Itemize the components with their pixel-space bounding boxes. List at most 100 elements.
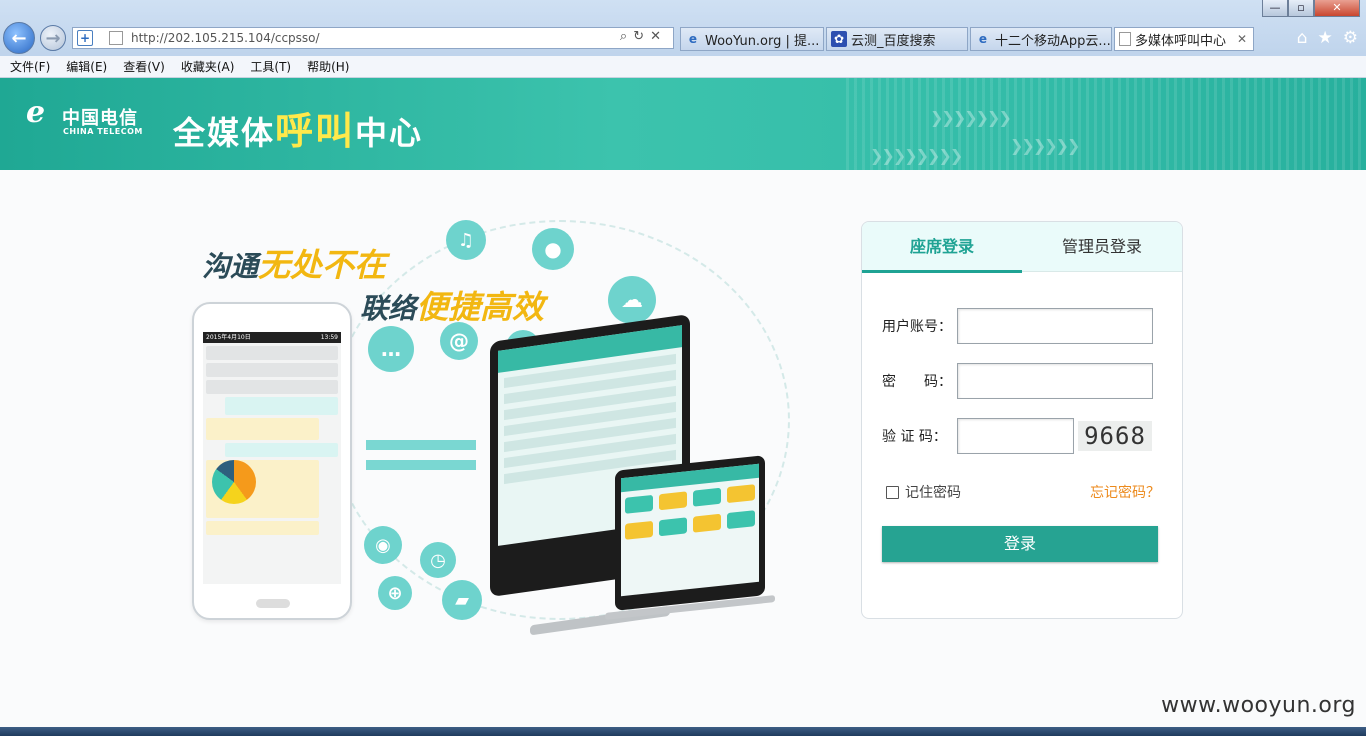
captcha-image[interactable]: 9668 [1078,421,1152,451]
laptop-screen [621,463,759,597]
tab-agent-login[interactable]: 座席登录 [862,222,1022,273]
chat-bubble [225,397,338,415]
captcha-row: 验 证 码： 9668 [882,418,1152,454]
password-input[interactable] [957,363,1153,399]
menu-view[interactable]: 查看(V) [123,58,165,75]
folder-icon: ▰ [442,580,482,620]
menu-tools[interactable]: 工具(T) [250,58,291,75]
globe-icon: ⊕ [378,576,412,610]
minimize-button[interactable]: — [1262,0,1288,17]
password-label: 密 码： [882,374,952,390]
tab-call-center[interactable]: 多媒体呼叫中心 ✕ [1114,27,1254,51]
page-title: 全媒体呼叫中心 [173,100,423,155]
menu-favorites[interactable]: 收藏夹(A) [181,58,235,75]
add-icon[interactable]: + [77,30,93,46]
slogan-line-2: 联络便捷高效 [360,282,544,328]
chevron-decoration: ❯❯❯❯❯❯ [1010,136,1080,155]
arrow-right-icon: → [45,27,61,49]
chat-icon: … [368,326,414,372]
close-tab-icon[interactable]: ✕ [1237,32,1247,46]
clock-icon: ◷ [420,542,456,578]
slogan-line-1: 沟通无处不在 [202,240,386,286]
remember-checkbox[interactable] [886,485,899,499]
chat-bubble [206,418,319,440]
slogan1-gold: 无处不在 [258,246,387,284]
chevron-decoration: ❯❯❯❯❯❯❯ [930,108,1012,127]
refresh-icon[interactable]: ↻ [633,29,650,44]
tab-title: 云测_百度搜索 [851,33,936,49]
at-icon: @ [440,322,478,360]
logo-en-text: CHINA TELECOM [63,127,143,136]
username-input[interactable] [957,308,1153,344]
forgot-password-link[interactable]: 忘记密码？ [1090,482,1160,502]
tab-strip: e WooYun.org | 提... ✿ 云测_百度搜索 e 十二个移动App… [680,27,1256,51]
gear-icon[interactable]: ⚙ [1343,28,1358,48]
maximize-button[interactable]: ▫ [1288,0,1314,17]
location-pin-icon: ● [532,228,574,270]
arrow-left-icon: ← [11,27,27,49]
phone-date: 2015年4月10日 [206,334,251,341]
home-icon[interactable]: ⌂ [1297,28,1308,48]
camera-icon: ◉ [364,526,402,564]
laptop-base [605,595,775,620]
tab-title: WooYun.org | 提... [705,33,820,49]
hero-illustration: 沟通无处不在 联络便捷高效 ♫ ● ☁ … @ ⌕ ◉ ◷ ⊕ ▰ 2015年4… [180,210,790,636]
chat-bubble [206,460,319,518]
taskbar [0,727,1366,736]
telecom-logo-icon: ℯ [26,95,46,130]
slogan2-gold: 便捷高效 [416,288,545,326]
browser-tools: ⌂ ★ ⚙ [1297,28,1358,48]
title-post: 中心 [355,114,424,152]
menu-edit[interactable]: 编辑(E) [66,58,107,75]
ie-icon: e [688,32,698,46]
username-label: 用户账号： [882,319,952,335]
address-tools[interactable]: ⌕↻✕ [620,29,667,44]
captcha-label: 验 证 码： [882,429,947,445]
tab-title: 十二个移动App云... [995,33,1111,49]
url-text[interactable]: http://202.105.215.104/ccpsso/ [131,31,320,45]
login-button[interactable]: 登录 [882,526,1158,562]
username-row: 用户账号： [882,308,1153,344]
search-icon[interactable]: ⌕ [620,29,633,44]
title-pre: 全媒体 [173,114,276,152]
login-panel: 座席登录 管理员登录 用户账号： 密 码： 验 证 码： 9668 记住密码 忘… [861,221,1183,619]
pie-graphic [212,460,256,504]
chevron-decoration: ❯❯❯❯❯❯❯❯ [870,146,963,165]
tab-admin-login[interactable]: 管理员登录 [1022,222,1182,272]
chat-bubble [206,363,338,377]
password-row: 密 码： [882,363,1153,399]
remember-label: 记住密码 [905,485,961,501]
title-highlight: 呼叫 [275,109,356,153]
sync-arrows-icon [366,440,476,480]
page-icon [109,31,123,45]
login-tabs: 座席登录 管理员登录 [862,222,1182,273]
star-icon[interactable]: ★ [1318,28,1333,48]
remember-password[interactable]: 记住密码 [886,482,961,502]
phone-mockup: 2015年4月10日 13:59 [192,302,352,620]
menu-file[interactable]: 文件(F) [10,58,50,75]
page-icon [1119,32,1131,46]
stop-icon[interactable]: ✕ [650,29,667,44]
baidu-icon: ✿ [831,31,847,47]
menu-bar: 文件(F) 编辑(E) 查看(V) 收藏夹(A) 工具(T) 帮助(H) [0,56,1366,78]
chat-bubble [206,521,319,535]
cloud-upload-icon: ☁ [608,276,656,324]
menu-help[interactable]: 帮助(H) [307,58,349,75]
chat-bubble [225,443,338,457]
chat-bubble [206,380,338,394]
tab-title: 多媒体呼叫中心 [1135,33,1227,49]
tab-baidu[interactable]: ✿ 云测_百度搜索 [826,27,968,51]
window-controls: — ▫ ✕ [1262,0,1360,17]
ie-icon: e [978,32,988,46]
watermark: www.wooyun.org [1161,693,1356,718]
address-bar[interactable]: + http://202.105.215.104/ccpsso/ ⌕↻✕ [72,27,674,49]
phone-screen: 2015年4月10日 13:59 [203,332,341,584]
laptop-mockup [605,455,775,620]
slogan1-dark: 沟通 [202,250,259,283]
tab-wooyun[interactable]: e WooYun.org | 提... [680,27,824,51]
captcha-input[interactable] [957,418,1074,454]
forward-button[interactable]: → [40,25,66,51]
back-button[interactable]: ← [3,22,35,54]
tab-app-cloud[interactable]: e 十二个移动App云... [970,27,1112,51]
close-window-button[interactable]: ✕ [1314,0,1360,17]
